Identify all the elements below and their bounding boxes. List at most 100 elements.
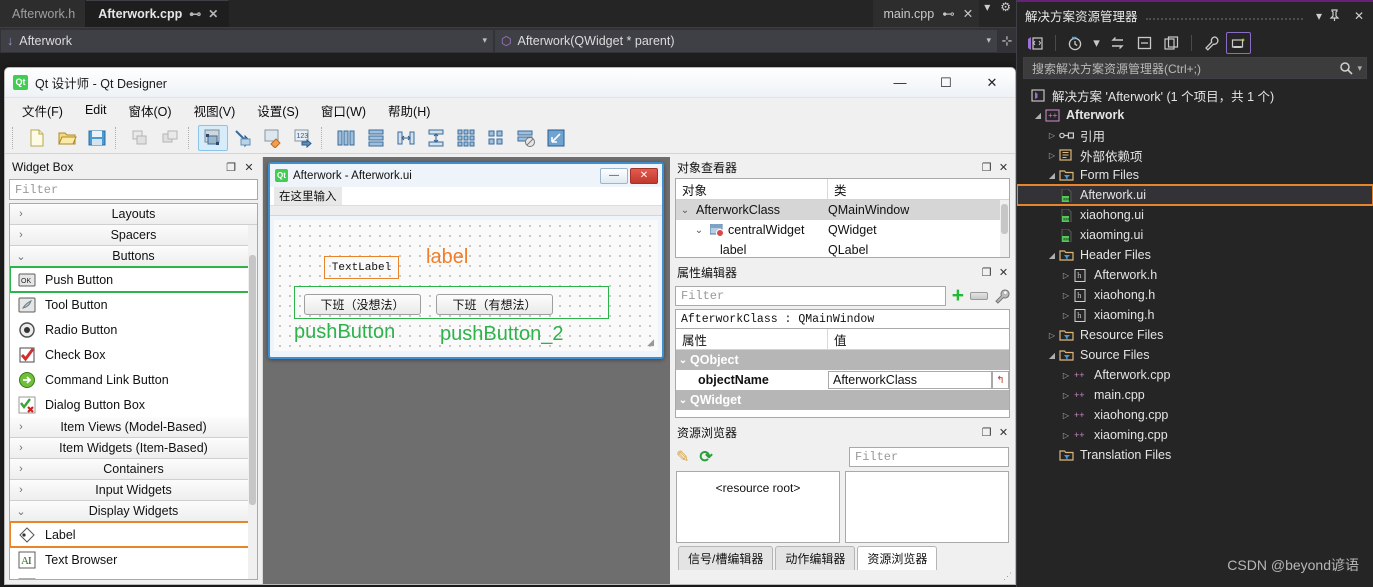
open-form-button[interactable] — [52, 125, 82, 151]
form-menu-bar[interactable]: 在这里输入 — [270, 187, 662, 206]
layout-splitter-vertical-button[interactable] — [421, 125, 451, 151]
object-inspector-tree[interactable]: 对象 类 ⌄ AfterworkClass QMainWindow ⌄ cent… — [675, 178, 1010, 258]
resource-filter-input[interactable]: Filter — [849, 447, 1009, 467]
reload-resources-icon[interactable]: ⟳ — [699, 447, 712, 467]
tree-row-references[interactable]: ▷ 引用 — [1017, 125, 1373, 145]
break-layout-button[interactable] — [511, 125, 541, 151]
tree-row-xiaohong-ui[interactable]: xiaohong.ui — [1017, 205, 1373, 225]
layout-form-button[interactable] — [481, 125, 511, 151]
redo-button[interactable] — [155, 125, 185, 151]
pin-icon[interactable] — [1329, 9, 1349, 22]
widget-item-tool-button[interactable]: Tool Button — [10, 292, 257, 317]
chevron-down-icon[interactable]: ⌄ — [676, 355, 690, 366]
widget-category-display-widgets[interactable]: ⌄ Display Widgets — [10, 501, 257, 522]
twisty-collapsed-icon[interactable]: ▷ — [1059, 431, 1073, 440]
pin-icon[interactable]: ⊷ — [189, 7, 201, 21]
close-icon[interactable]: ✕ — [995, 426, 1012, 439]
property-row-objectname[interactable]: objectName AfterworkClass ↰ — [676, 370, 1009, 390]
tree-row-external-dependencies[interactable]: ▷ 外部依赖项 — [1017, 145, 1373, 165]
chevron-down-icon[interactable]: ▾ — [482, 35, 487, 46]
design-canvas[interactable]: Qt Afterwork - Afterwork.ui — ✕ 在这里输入 Te — [263, 157, 670, 584]
maximize-button[interactable]: ☐ — [923, 68, 969, 97]
close-icon[interactable]: ✕ — [995, 161, 1012, 174]
nav-scope-dropdown[interactable]: ↓ Afterwork ▾ — [1, 29, 493, 52]
tree-row-xiaohong-h[interactable]: ▷ h xiaohong.h — [1017, 285, 1373, 305]
menu-item-form[interactable]: 窗体(O) — [118, 99, 183, 122]
tab-action-editor[interactable]: 动作编辑器 — [775, 546, 856, 570]
widget-category-buttons[interactable]: ⌄ Buttons — [10, 246, 257, 267]
twisty-collapsed-icon[interactable]: ▷ — [1045, 331, 1059, 340]
undo-button[interactable] — [125, 125, 155, 151]
twisty-collapsed-icon[interactable]: ▷ — [1059, 311, 1073, 320]
tab-signal-slot-editor[interactable]: 信号/槽编辑器 — [678, 546, 774, 570]
widget-item-graphics-view[interactable]: Graphics View — [10, 572, 257, 579]
search-icon[interactable] — [1339, 61, 1354, 75]
tree-row-header-files[interactable]: ◢ Header Files — [1017, 245, 1373, 265]
menu-item-window[interactable]: 窗口(W) — [310, 99, 377, 122]
menu-item-edit[interactable]: Edit — [74, 101, 118, 119]
resource-tree-pane[interactable]: <resource root> — [676, 471, 840, 543]
float-icon[interactable]: ❐ — [978, 161, 995, 174]
code-view-icon[interactable] — [1023, 32, 1048, 54]
solution-explorer-tree[interactable]: 解决方案 'Afterwork' (1 个项目，共 1 个) ◢ ++ Afte… — [1017, 83, 1373, 587]
twisty-expanded-icon[interactable]: ◢ — [1045, 351, 1059, 360]
float-icon[interactable]: ❐ — [978, 266, 995, 279]
design-push-button-2[interactable]: 下班（有想法） — [436, 294, 553, 315]
layout-splitter-horizontal-button[interactable] — [391, 125, 421, 151]
property-group-qobject[interactable]: ⌄ QObject — [676, 350, 1009, 370]
twisty-expanded-icon[interactable]: ◢ — [1045, 171, 1059, 180]
configure-icon[interactable] — [994, 288, 1010, 304]
tree-row-xiaohong-cpp[interactable]: ▷ ++ xiaohong.cpp — [1017, 405, 1373, 425]
widget-item-label[interactable]: Label — [10, 521, 257, 548]
widget-item-push-button[interactable]: OK Push Button — [10, 266, 257, 293]
search-dropdown-icon[interactable]: ▾ — [1353, 63, 1362, 74]
design-push-button-1[interactable]: 下班（没想法） — [304, 294, 421, 315]
chevron-down-icon[interactable]: ▾ — [1309, 9, 1329, 23]
widget-box-filter-input[interactable]: Filter — [9, 179, 258, 200]
form-preview-window[interactable]: Qt Afterwork - Afterwork.ui — ✕ 在这里输入 Te — [268, 162, 664, 359]
object-inspector-row[interactable]: ⌄ centralWidget QWidget — [676, 220, 1009, 240]
float-icon[interactable]: ❐ — [222, 161, 240, 174]
close-icon[interactable]: ✕ — [240, 161, 258, 174]
form-close-button[interactable]: ✕ — [630, 167, 658, 184]
close-icon[interactable]: ✕ — [995, 266, 1012, 279]
widget-category-spacers[interactable]: › Spacers — [10, 225, 257, 246]
toolbar-grip[interactable] — [188, 126, 195, 149]
layout-horizontally-button[interactable] — [331, 125, 361, 151]
edit-tab-order-mode-button[interactable]: 123 — [288, 125, 318, 151]
edit-buddies-mode-button[interactable] — [258, 125, 288, 151]
edit-resources-icon[interactable]: ✎ — [676, 447, 689, 467]
tree-row-main-cpp[interactable]: ▷ ++ main.cpp — [1017, 385, 1373, 405]
property-editor-table[interactable]: 属性 值 ⌄ QObject objectName AfterworkClass… — [675, 328, 1010, 418]
reset-property-icon[interactable]: ↰ — [992, 371, 1009, 389]
tab-list-chevron-icon[interactable]: ▾ — [979, 0, 995, 27]
twisty-collapsed-icon[interactable]: ▷ — [1059, 291, 1073, 300]
toolbar-grip[interactable] — [321, 126, 328, 149]
adjust-size-button[interactable] — [541, 125, 571, 151]
close-icon[interactable]: ✕ — [963, 6, 973, 21]
menu-placeholder-label[interactable]: 在这里输入 — [274, 187, 342, 205]
new-form-button[interactable] — [22, 125, 52, 151]
widget-category-containers[interactable]: › Containers — [10, 459, 257, 480]
chevron-down-icon[interactable]: ⌄ — [678, 205, 692, 216]
twisty-collapsed-icon[interactable]: ▷ — [1059, 411, 1073, 420]
solution-explorer-search-input[interactable]: 搜索解决方案资源管理器(Ctrl+;) ▾ — [1023, 57, 1367, 79]
nav-member-dropdown[interactable]: ⬡ Afterwork(QWidget * parent) ▾ — [495, 29, 997, 52]
close-icon[interactable]: ✕ — [1349, 9, 1369, 23]
tree-row-translation-files[interactable]: Translation Files — [1017, 445, 1373, 465]
property-group-qwidget[interactable]: ⌄ QWidget — [676, 390, 1009, 410]
close-icon[interactable]: ✕ — [208, 7, 218, 21]
minimize-button[interactable]: — — [877, 68, 923, 97]
preview-selected-items-icon[interactable] — [1226, 32, 1251, 54]
twisty-expanded-icon[interactable]: ◢ — [1045, 251, 1059, 260]
resize-grip[interactable]: ⋰ — [1003, 571, 1012, 582]
edit-widgets-mode-button[interactable] — [198, 124, 228, 151]
form-resize-grip[interactable]: ◢ — [647, 337, 654, 348]
form-title-bar[interactable]: Qt Afterwork - Afterwork.ui — ✕ — [270, 164, 662, 187]
design-label-widget[interactable]: TextLabel — [324, 256, 399, 279]
editor-tab-afterwork-cpp[interactable]: Afterwork.cpp ⊷ ✕ — [86, 0, 230, 27]
twisty-collapsed-icon[interactable]: ▷ — [1059, 271, 1073, 280]
tree-row-xiaoming-ui[interactable]: xiaoming.ui — [1017, 225, 1373, 245]
twisty-collapsed-icon[interactable]: ▷ — [1045, 131, 1059, 140]
widget-item-text-browser[interactable]: AI Text Browser — [10, 547, 257, 572]
